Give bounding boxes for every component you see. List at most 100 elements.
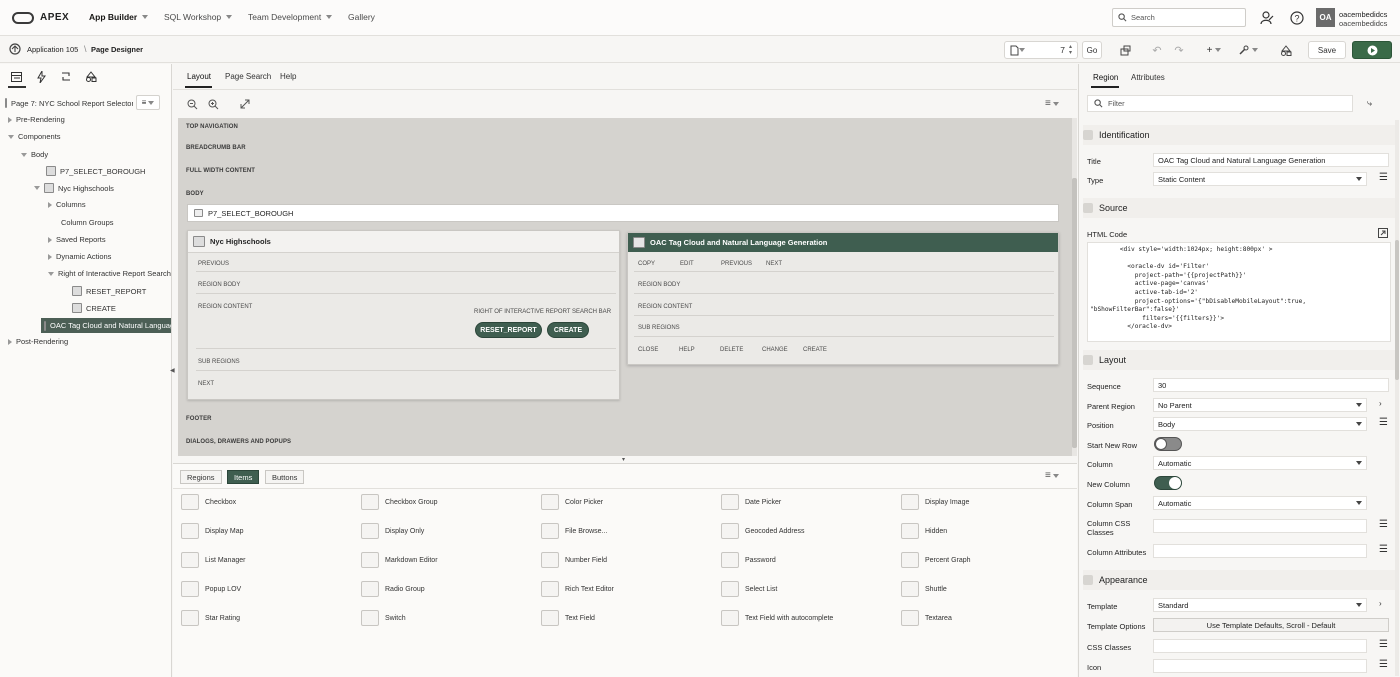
go-button[interactable]: Go (1082, 41, 1102, 59)
zoom-out-icon[interactable] (187, 99, 198, 110)
gallery-item-star-rating[interactable]: Star Rating (181, 610, 240, 626)
expand-icon[interactable] (240, 99, 250, 109)
lock-page-button[interactable] (1116, 41, 1134, 59)
expand-icon[interactable] (8, 338, 12, 345)
body-item-p7-select-borough[interactable]: P7_SELECT_BOROUGH (187, 204, 1059, 222)
section-identification[interactable]: Identification (1083, 125, 1397, 145)
region-oac-tag-cloud[interactable]: OAC Tag Cloud and Natural Language Gener… (627, 232, 1059, 365)
gallery-item-list-manager[interactable]: List Manager (181, 552, 245, 568)
tree-create[interactable]: CREATE (72, 303, 116, 313)
icon-field[interactable] (1153, 659, 1367, 673)
new-column-toggle[interactable] (1154, 476, 1182, 490)
gallery-item-rich-text-editor[interactable]: Rich Text Editor (541, 581, 614, 597)
gallery-item-text-field-autocomplete[interactable]: Text Field with autocomplete (721, 610, 833, 626)
user-admin-icon[interactable] (1260, 11, 1274, 25)
column-attributes-field[interactable] (1153, 544, 1367, 558)
start-new-row-toggle[interactable] (1154, 437, 1182, 451)
parent-region-select[interactable]: No Parent (1153, 398, 1367, 412)
tree-right-of-search[interactable]: Right of Interactive Report Search (48, 269, 172, 278)
gallery-item-textarea[interactable]: Textarea (901, 610, 952, 626)
page-number[interactable]: 7 (1060, 45, 1065, 55)
reset-report-button[interactable]: RESET_REPORT (475, 322, 542, 338)
gallery-item-number-field[interactable]: Number Field (541, 552, 607, 568)
tab-attributes[interactable]: Attributes (1131, 73, 1165, 82)
gallery-item-radio-group[interactable]: Radio Group (361, 581, 425, 597)
gallery-item-hidden[interactable]: Hidden (901, 523, 947, 539)
page-selector[interactable]: 7 ▴ ▾ (1004, 41, 1078, 59)
tree-post-rendering[interactable]: Post-Rendering (8, 337, 68, 346)
tree-pre-rendering[interactable]: Pre-Rendering (8, 115, 65, 124)
css-classes-lov-button[interactable]: ☰ (1379, 639, 1388, 650)
undo-button[interactable]: ↶ (1148, 41, 1166, 59)
canvas-scrollbar[interactable] (1072, 118, 1077, 456)
position-select[interactable]: Body (1153, 417, 1367, 431)
collapse-icon[interactable] (1083, 355, 1093, 365)
tab-page-search[interactable]: Page Search (225, 72, 271, 81)
save-button[interactable]: Save (1308, 41, 1346, 59)
tree-components[interactable]: Components (8, 132, 61, 141)
go-to-group-button[interactable]: ⤷ (1367, 98, 1372, 109)
tree-page-node[interactable]: Page 7: NYC School Report Selector (5, 98, 133, 108)
collapse-left-pane-icon[interactable]: ◀ (170, 367, 175, 374)
expand-icon[interactable] (48, 253, 52, 260)
gallery-item-password[interactable]: Password (721, 552, 776, 568)
gallery-item-display-only[interactable]: Display Only (361, 523, 424, 539)
column-css-lov-button[interactable]: ☰ (1379, 519, 1388, 530)
tree-saved-reports[interactable]: Saved Reports (48, 235, 106, 244)
utilities-menu-button[interactable] (1236, 41, 1260, 59)
tree-menu-button[interactable]: ≡ (136, 95, 160, 110)
breadcrumb-application[interactable]: Application 105 (27, 45, 78, 54)
processing-tab-icon[interactable] (60, 71, 72, 82)
search-input[interactable]: Search (1112, 8, 1246, 27)
expand-icon[interactable] (48, 236, 52, 243)
filter-input[interactable]: Filter (1087, 95, 1353, 112)
nav-sql-workshop[interactable]: SQL Workshop (164, 12, 233, 22)
html-code-editor[interactable]: <div style='width:1024px; height:800px' … (1087, 242, 1391, 342)
section-layout[interactable]: Layout (1083, 350, 1397, 370)
avatar[interactable]: OA (1316, 8, 1335, 27)
gallery-item-checkbox[interactable]: Checkbox (181, 494, 236, 510)
oracle-logo-icon[interactable] (12, 12, 34, 24)
tree-reset-report[interactable]: RESET_REPORT (72, 286, 146, 296)
gallery-item-checkbox-group[interactable]: Checkbox Group (361, 494, 438, 510)
template-select[interactable]: Standard (1153, 598, 1367, 612)
splitter-handle-icon[interactable]: ▾ (622, 456, 625, 463)
nav-app-builder[interactable]: App Builder (89, 12, 149, 22)
type-select[interactable]: Static Content (1153, 172, 1367, 186)
gallery-item-display-map[interactable]: Display Map (181, 523, 244, 539)
collapse-icon[interactable] (48, 271, 54, 276)
gallery-item-select-list[interactable]: Select List (721, 581, 777, 597)
css-classes-field[interactable] (1153, 639, 1367, 653)
collapse-icon[interactable] (8, 134, 14, 139)
app-icon[interactable] (9, 43, 21, 55)
collapse-icon[interactable] (21, 152, 27, 157)
gallery-item-file-browse[interactable]: File Browse... (541, 523, 607, 539)
template-options-button[interactable]: Use Template Defaults, Scroll - Default (1153, 618, 1389, 632)
gallery-item-switch[interactable]: Switch (361, 610, 406, 626)
gallery-item-date-picker[interactable]: Date Picker (721, 494, 781, 510)
gallery-item-percent-graph[interactable]: Percent Graph (901, 552, 971, 568)
collapse-icon[interactable] (1083, 575, 1093, 585)
sequence-field[interactable]: 30 (1153, 378, 1389, 392)
gallery-item-text-field[interactable]: Text Field (541, 610, 595, 626)
column-attributes-lov-button[interactable]: ☰ (1379, 544, 1388, 555)
help-icon[interactable]: ? (1290, 11, 1304, 25)
shared-components-tab-icon[interactable] (85, 71, 97, 82)
collapse-icon[interactable] (1083, 203, 1093, 213)
template-goto-button[interactable]: › (1379, 599, 1382, 608)
gallery-item-display-image[interactable]: Display Image (901, 494, 969, 510)
create-button[interactable]: CREATE (547, 322, 589, 338)
parent-region-goto-button[interactable]: › (1379, 399, 1382, 408)
gallery-item-shuttle[interactable]: Shuttle (901, 581, 947, 597)
type-lov-button[interactable]: ☰ (1379, 172, 1388, 183)
gallery-tab-items[interactable]: Items (227, 470, 260, 484)
expand-icon[interactable] (48, 201, 52, 208)
tree-body[interactable]: Body (21, 150, 48, 159)
collapse-icon[interactable] (34, 186, 40, 190)
region-nyc-highschools[interactable]: Nyc Highschools PREVIOUS REGION BODY REG… (187, 230, 620, 400)
position-lov-button[interactable]: ☰ (1379, 417, 1388, 428)
collapse-icon[interactable] (1083, 130, 1093, 140)
tree-p7-select-borough[interactable]: P7_SELECT_BOROUGH (46, 166, 145, 176)
tree-oac-tag-cloud[interactable]: OAC Tag Cloud and Natural Language Gener… (41, 318, 171, 333)
gallery-item-geocoded-address[interactable]: Geocoded Address (721, 523, 805, 539)
